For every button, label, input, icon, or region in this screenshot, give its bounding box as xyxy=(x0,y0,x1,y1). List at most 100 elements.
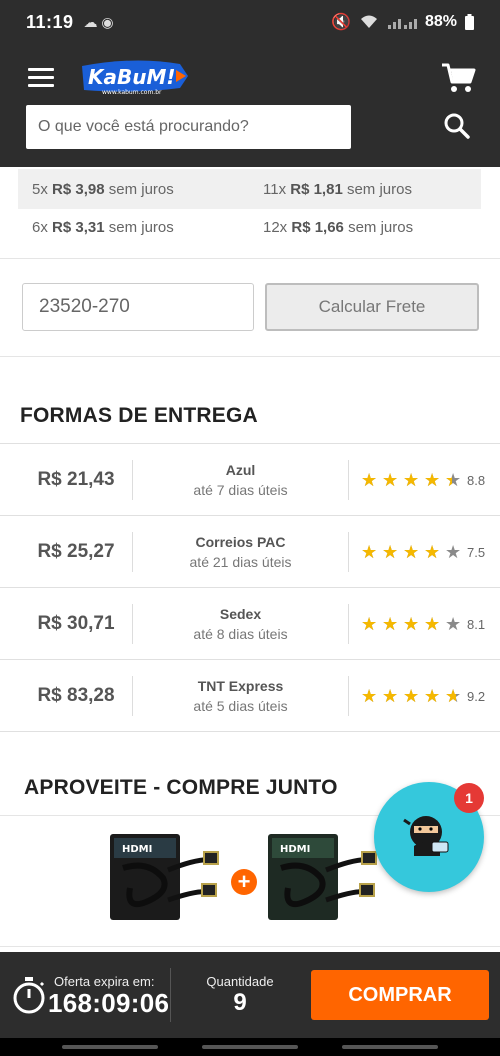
divider xyxy=(348,604,349,644)
delivery-time: até 7 dias úteis xyxy=(193,482,288,498)
rating-stars: ★★★★★★★★★★ xyxy=(361,687,463,705)
star-icon: ★★ xyxy=(382,614,399,634)
cep-input[interactable] xyxy=(22,283,254,331)
system-nav-bar xyxy=(0,1038,500,1056)
star-icon: ★★ xyxy=(445,686,462,706)
purchase-bar: Oferta expira em: 168:09:06 Quantidade 9… xyxy=(0,952,500,1038)
star-icon: ★★ xyxy=(382,686,399,706)
star-icon: ★★ xyxy=(424,614,441,634)
star-icon: ★★ xyxy=(382,542,399,562)
delivery-price: R$ 21,43 xyxy=(37,469,115,490)
svg-text:HDMI: HDMI xyxy=(122,844,152,855)
notification-icons: ☁ ◉ xyxy=(83,13,114,30)
carrier-rating: ★ ★ ★ ★ ★ ★ ★ ★ ★ ★ 9.2 xyxy=(361,660,485,732)
installment-item: 12x R$ 1,66 sem juros xyxy=(263,218,414,236)
delivery-price: R$ 30,71 xyxy=(37,613,115,634)
delivery-info: Sedex até 8 dias úteis xyxy=(133,588,348,660)
nav-recents[interactable] xyxy=(62,1045,158,1049)
star-icon: ★★ xyxy=(424,470,441,490)
status-right: 🔇 88% xyxy=(331,12,474,32)
calculate-shipping-button[interactable]: Calcular Frete xyxy=(265,283,479,331)
logo-url: www.kabum.com.br xyxy=(102,89,162,96)
shipping-calculator: Calcular Frete xyxy=(0,259,500,357)
rating-score: 8.8 xyxy=(467,472,486,488)
status-bar: 11:19 ☁ ◉ 🔇 88% xyxy=(0,0,500,44)
kabum-logo[interactable]: KaBuM! www.kabum.com.br xyxy=(80,58,190,98)
search-icon[interactable] xyxy=(443,112,471,140)
buy-button[interactable]: COMPRAR xyxy=(311,970,489,1020)
installment-row: 6x R$ 3,31 sem juros 12x R$ 1,66 sem jur… xyxy=(18,207,481,247)
svg-text:HDMI: HDMI xyxy=(280,844,310,855)
mute-icon: 🔇 xyxy=(331,14,351,31)
divider xyxy=(0,946,500,947)
star-icon: ★★ xyxy=(445,614,462,634)
buy-together-title: APROVEITE - COMPRE JUNTO xyxy=(24,776,338,799)
divider xyxy=(170,968,171,1022)
menu-icon[interactable] xyxy=(28,68,54,88)
delivery-option-row[interactable]: R$ 21,43Azulaté 7 dias úteis★★★★★★★★★★8.… xyxy=(0,444,500,516)
star-icon: ★★ xyxy=(382,470,399,490)
nav-home[interactable] xyxy=(202,1045,298,1049)
rating-score: 8.1 xyxy=(467,616,486,632)
delivery-title: FORMAS DE ENTREGA xyxy=(20,404,258,427)
star-icon: ★★ xyxy=(445,542,462,562)
rating-stars: ★★★★★★★★★★ xyxy=(361,471,463,489)
battery-level: 88% xyxy=(424,13,457,30)
delivery-options-list: R$ 21,43Azulaté 7 dias úteis★★★★★★★★★★8.… xyxy=(0,443,500,732)
product-image-hdmi-cable-2[interactable]: HDMI xyxy=(266,830,378,925)
star-icon: ★★ xyxy=(445,470,462,490)
carrier-name: Sedex xyxy=(219,606,262,622)
signal-icon xyxy=(387,19,417,29)
divider xyxy=(348,460,349,500)
quantity-value[interactable]: 9 xyxy=(180,989,300,1017)
rating-stars: ★★★★★★★★★★ xyxy=(361,615,463,633)
divider xyxy=(348,676,349,716)
offer-countdown: 168:09:06 xyxy=(48,988,170,1018)
star-icon: ★★ xyxy=(361,614,378,634)
rating-score: 9.2 xyxy=(467,688,486,704)
carrier-rating: ★★★★★★★★★★8.1 xyxy=(361,588,485,660)
star-icon: ★★ xyxy=(424,542,441,562)
star-icon: ★★ xyxy=(403,614,420,634)
search-input[interactable] xyxy=(26,105,351,149)
battery-icon xyxy=(465,14,474,30)
rating-score: 7.5 xyxy=(467,544,486,560)
installment-item: 6x R$ 3,31 sem juros xyxy=(32,218,174,236)
delivery-option-row[interactable]: R$ 83,28 TNT Express até 5 dias úteis ★ ★ ★ ★ ★… xyxy=(0,660,500,732)
delivery-time: até 8 dias úteis xyxy=(193,626,288,642)
logo-text: KaBuM! xyxy=(88,65,176,89)
stopwatch-icon xyxy=(13,977,45,1014)
rating-stars: ★★★★★★★★★★ xyxy=(361,543,463,561)
carrier-name: Azul xyxy=(225,462,256,478)
delivery-info: Azul até 7 dias úteis xyxy=(133,444,348,516)
carrier-name: TNT Express xyxy=(197,678,284,694)
star-icon: ★★ xyxy=(403,686,420,706)
app-header: KaBuM! www.kabum.com.br xyxy=(0,44,500,167)
cart-icon[interactable] xyxy=(440,62,476,94)
divider xyxy=(348,532,349,572)
delivery-option-row[interactable]: R$ 30,71Sedexaté 8 dias úteis★★★★★★★★★★8… xyxy=(0,588,500,660)
star-icon: ★★ xyxy=(403,542,420,562)
chat-notification-badge: 1 xyxy=(454,783,484,813)
star-icon: ★★ xyxy=(361,470,378,490)
delivery-time: até 5 dias úteis xyxy=(193,698,288,714)
star-icon: ★★ xyxy=(361,542,378,562)
wifi-icon xyxy=(360,15,377,28)
star-icon: ★★ xyxy=(403,470,420,490)
delivery-option-row[interactable]: R$ 25,27 Correios PAC até 21 dias úteis ★ ★ ★… xyxy=(0,516,500,588)
installment-row: 5x R$ 3,98 sem juros 11x R$ 1,81 sem jur… xyxy=(18,169,481,209)
installments-table: 5x R$ 3,98 sem juros 11x R$ 1,81 sem jur… xyxy=(0,167,500,259)
delivery-info: Correios PAC até 21 dias úteis xyxy=(133,516,348,588)
installment-item: 11x R$ 1,81 sem juros xyxy=(263,180,412,198)
nav-back[interactable] xyxy=(342,1045,438,1049)
delivery-info: TNT Express até 5 dias úteis xyxy=(133,660,348,732)
delivery-time: até 21 dias úteis xyxy=(189,554,292,570)
carrier-rating: ★★★★★★★★★★8.8 xyxy=(361,444,485,516)
delivery-price: R$ 25,27 xyxy=(37,541,115,562)
star-icon: ★★ xyxy=(361,686,378,706)
installment-item: 5x R$ 3,98 sem juros xyxy=(32,180,174,198)
offer-expiry-label: Oferta expira em: xyxy=(54,974,155,989)
product-image-hdmi-cable-1[interactable]: HDMI xyxy=(108,830,220,925)
status-time: 11:19 xyxy=(26,11,74,32)
quantity-label: Quantidade xyxy=(206,974,274,989)
